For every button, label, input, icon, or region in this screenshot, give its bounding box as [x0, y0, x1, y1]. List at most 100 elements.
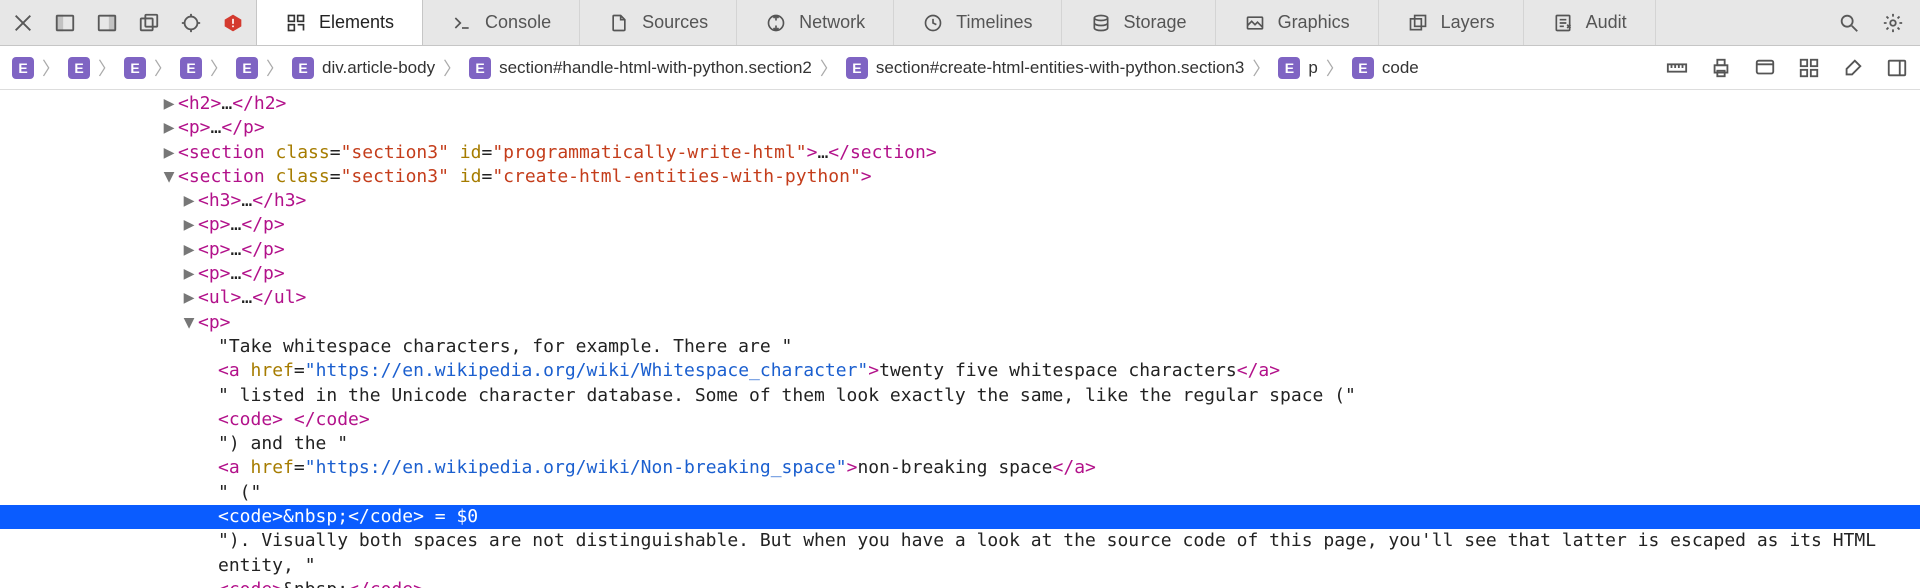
breadcrumb-item[interactable]: E: [124, 57, 146, 79]
devtools-toolbar: Elements Console Sources Network Timelines St…: [0, 0, 1920, 46]
dom-row[interactable]: ▶<p>…</p>: [0, 116, 1920, 140]
tab-storage[interactable]: Storage: [1062, 0, 1216, 45]
dom-row-content: <code>&nbsp;</code>: [218, 579, 424, 588]
dom-row-content: <p>…</p>: [178, 117, 265, 138]
disclosure-triangle-icon[interactable]: ▶: [160, 141, 178, 165]
tab-label: Sources: [642, 12, 708, 33]
error-badge-icon[interactable]: [220, 10, 246, 36]
dom-row[interactable]: ▶<section class="section3" id="programma…: [0, 141, 1920, 165]
disclosure-triangle-icon[interactable]: ▶: [160, 92, 178, 116]
tab-label: Console: [485, 12, 551, 33]
dom-row[interactable]: <code>&nbsp;</code>: [0, 578, 1920, 588]
breadcrumb-item[interactable]: Esection#handle-html-with-python.section…: [469, 57, 812, 79]
device-icon[interactable]: [1754, 57, 1776, 79]
dom-row-content: " listed in the Unicode character databa…: [218, 385, 1356, 406]
toolbar-right-icons: [1822, 0, 1920, 45]
tab-sources[interactable]: Sources: [580, 0, 737, 45]
tab-label: Layers: [1441, 12, 1495, 33]
dom-row-content: "Take whitespace characters, for example…: [218, 336, 792, 357]
tab-timelines[interactable]: Timelines: [894, 0, 1061, 45]
dom-row-content: <p>: [198, 312, 231, 333]
tab-graphics[interactable]: Graphics: [1216, 0, 1379, 45]
dom-row[interactable]: ▶<p>…</p>: [0, 262, 1920, 286]
breadcrumb-label: div.article-body: [322, 58, 435, 78]
network-icon: [765, 12, 787, 34]
target-icon[interactable]: [178, 10, 204, 36]
chevron-right-icon: 〉: [154, 55, 172, 81]
breadcrumb-item[interactable]: Ediv.article-body: [292, 57, 435, 79]
dom-row[interactable]: ▼<p>: [0, 311, 1920, 335]
tab-console[interactable]: Console: [423, 0, 580, 45]
dom-row[interactable]: ▼<section class="section3" id="create-ht…: [0, 165, 1920, 189]
breadcrumb-list: E〉E〉E〉E〉E〉Ediv.article-body〉Esection#han…: [12, 55, 1638, 81]
disclosure-triangle-icon[interactable]: ▶: [180, 238, 198, 262]
element-badge-icon: E: [124, 57, 146, 79]
element-badge-icon: E: [1278, 57, 1300, 79]
dom-row[interactable]: <code> </code>: [0, 408, 1920, 432]
dom-row-content: <h2>…</h2>: [178, 93, 286, 114]
dom-row[interactable]: ▶<ul>…</ul>: [0, 286, 1920, 310]
audit-icon: [1552, 12, 1574, 34]
breadcrumb-item[interactable]: E: [12, 57, 34, 79]
disclosure-triangle-icon[interactable]: ▶: [160, 116, 178, 140]
disclosure-triangle-icon[interactable]: ▶: [180, 213, 198, 237]
tab-label: Storage: [1124, 12, 1187, 33]
breadcrumb-item[interactable]: Esection#create-html-entities-with-pytho…: [846, 57, 1245, 79]
brush-icon[interactable]: [1842, 57, 1864, 79]
disclosure-triangle-icon[interactable]: ▼: [180, 311, 198, 335]
dom-row-content: <p>…</p>: [198, 263, 285, 284]
chevron-right-icon: 〉: [98, 55, 116, 81]
tab-elements[interactable]: Elements: [256, 0, 423, 45]
timelines-icon: [922, 12, 944, 34]
tab-network[interactable]: Network: [737, 0, 894, 45]
breadcrumb-item[interactable]: Ecode: [1352, 57, 1419, 79]
tab-label: Elements: [319, 12, 394, 33]
sidebar-toggle-icon[interactable]: [1886, 57, 1908, 79]
dom-row[interactable]: ") and the ": [0, 432, 1920, 456]
ruler-icon[interactable]: [1666, 57, 1688, 79]
tab-layers[interactable]: Layers: [1379, 0, 1524, 45]
popout-icon[interactable]: [136, 10, 162, 36]
dom-row-content: <section class="section3" id="programmat…: [178, 142, 937, 163]
grid-icon[interactable]: [1798, 57, 1820, 79]
tab-label: Network: [799, 12, 865, 33]
breadcrumb-item[interactable]: E: [180, 57, 202, 79]
dom-row-content: <code>&nbsp;</code> = $0: [218, 506, 478, 527]
dom-tree[interactable]: ▶<h2>…</h2>▶<p>…</p>▶<section class="sec…: [0, 90, 1920, 588]
dom-row[interactable]: "Take whitespace characters, for example…: [0, 335, 1920, 359]
disclosure-triangle-icon[interactable]: ▶: [180, 189, 198, 213]
element-badge-icon: E: [292, 57, 314, 79]
breadcrumb-item[interactable]: E: [236, 57, 258, 79]
dom-row[interactable]: ▶<h2>…</h2>: [0, 92, 1920, 116]
gear-icon[interactable]: [1880, 10, 1906, 36]
dom-row[interactable]: ▶<p>…</p>: [0, 238, 1920, 262]
element-badge-icon: E: [846, 57, 868, 79]
graphics-icon: [1244, 12, 1266, 34]
chevron-right-icon: 〉: [42, 55, 60, 81]
breadcrumb-item[interactable]: E: [68, 57, 90, 79]
dom-row[interactable]: ▶<p>…</p>: [0, 213, 1920, 237]
dom-row[interactable]: " listed in the Unicode character databa…: [0, 384, 1920, 408]
dom-row[interactable]: ▶<h3>…</h3>: [0, 189, 1920, 213]
breadcrumb-label: code: [1382, 58, 1419, 78]
dom-row[interactable]: <a href="https://en.wikipedia.org/wiki/N…: [0, 456, 1920, 480]
disclosure-triangle-icon[interactable]: ▶: [180, 286, 198, 310]
dock-right-icon[interactable]: [94, 10, 120, 36]
search-icon[interactable]: [1836, 10, 1862, 36]
dom-row[interactable]: "). Visually both spaces are not disting…: [0, 529, 1920, 578]
dom-row-content: "). Visually both spaces are not disting…: [218, 529, 1898, 578]
dom-row[interactable]: <a href="https://en.wikipedia.org/wiki/W…: [0, 359, 1920, 383]
dock-left-icon[interactable]: [52, 10, 78, 36]
tab-label: Graphics: [1278, 12, 1350, 33]
breadcrumb-item[interactable]: Ep: [1278, 57, 1317, 79]
close-icon[interactable]: [10, 10, 36, 36]
print-icon[interactable]: [1710, 57, 1732, 79]
disclosure-triangle-icon[interactable]: ▶: [180, 262, 198, 286]
tab-audit[interactable]: Audit: [1524, 0, 1656, 45]
dom-row[interactable]: " (": [0, 481, 1920, 505]
tab-label: Timelines: [956, 12, 1032, 33]
disclosure-triangle-icon[interactable]: ▼: [160, 165, 178, 189]
element-badge-icon: E: [12, 57, 34, 79]
dom-row-content: <p>…</p>: [198, 239, 285, 260]
dom-row-selected[interactable]: <code>&nbsp;</code> = $0: [0, 505, 1920, 529]
